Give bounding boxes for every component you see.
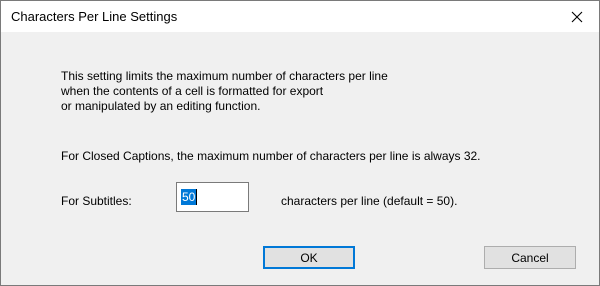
subtitles-chars-value: 50: [181, 189, 197, 205]
description-text: This setting limits the maximum number o…: [61, 69, 581, 114]
close-icon: [571, 11, 583, 23]
dialog-title: Characters Per Line Settings: [11, 9, 178, 24]
settings-dialog: Characters Per Line Settings This settin…: [0, 0, 600, 286]
ok-button[interactable]: OK: [263, 246, 355, 269]
subtitles-suffix: characters per line (default = 50).: [281, 194, 458, 208]
close-button[interactable]: [555, 1, 599, 32]
subtitles-label: For Subtitles:: [61, 194, 132, 208]
closed-captions-note: For Closed Captions, the maximum number …: [61, 149, 481, 163]
description-line: This setting limits the maximum number o…: [61, 69, 388, 83]
title-bar: Characters Per Line Settings: [1, 1, 599, 32]
cancel-button[interactable]: Cancel: [484, 246, 576, 269]
subtitles-chars-input[interactable]: 50: [176, 182, 249, 212]
text-caret: [196, 189, 198, 205]
description-line: when the contents of a cell is formatted…: [61, 84, 324, 98]
description-line: or manipulated by an editing function.: [61, 99, 261, 113]
